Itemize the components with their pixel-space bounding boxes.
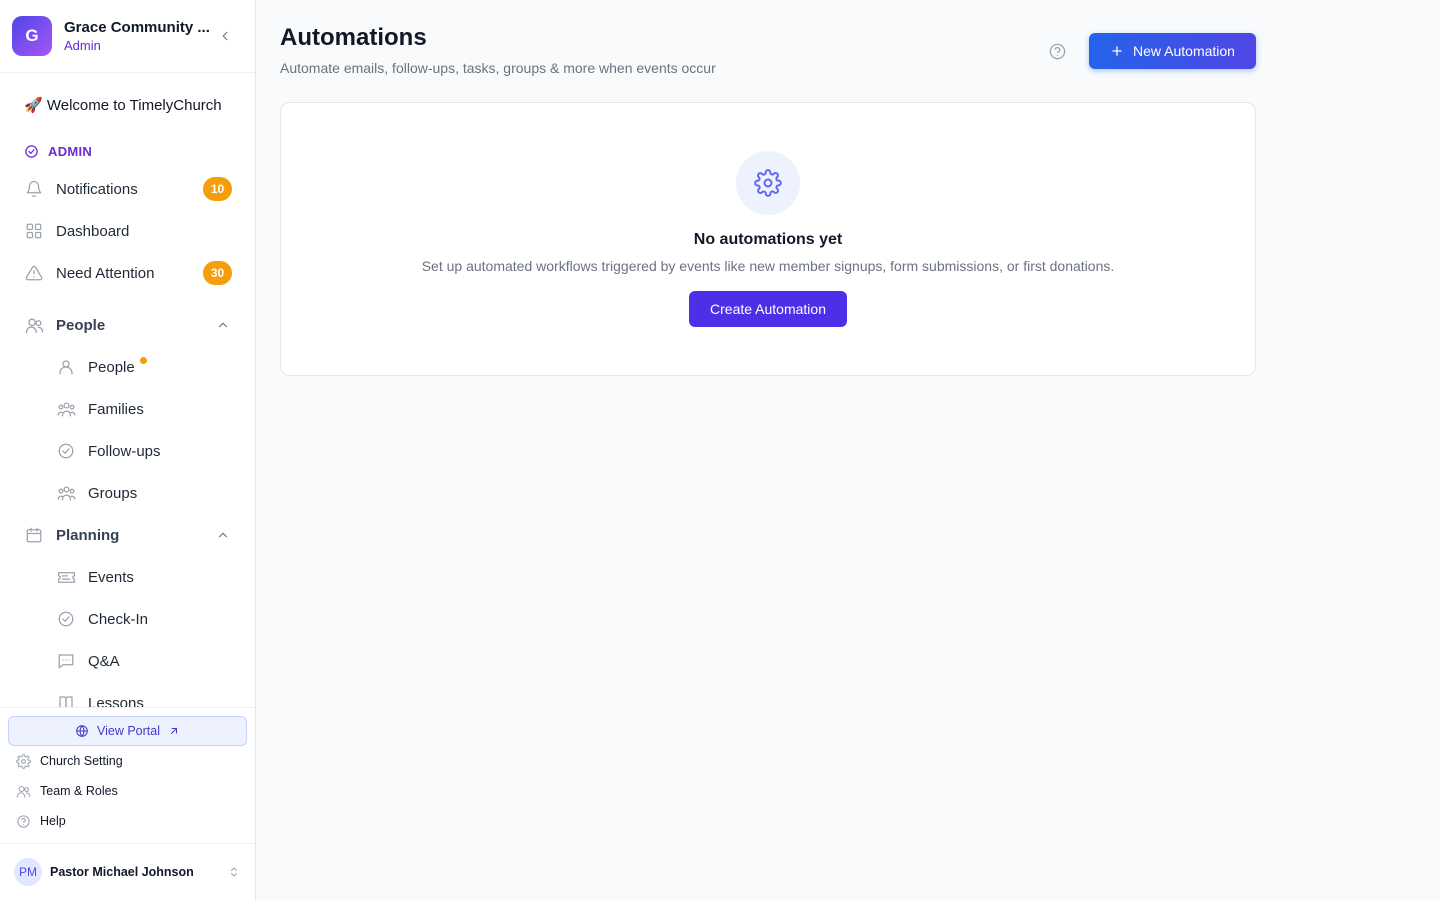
org-name: Grace Community ... [64,19,209,36]
book-icon [56,693,76,707]
grid-icon [24,221,44,241]
sidebar-item-people[interactable]: People [56,349,232,385]
sidebar-item-label: Notifications [56,180,138,198]
chat-icon [56,651,76,671]
empty-state-card: No automations yet Set up automated work… [280,102,1256,376]
help-button[interactable] [1047,41,1067,61]
view-portal-button[interactable]: View Portal [8,716,247,746]
automation-gear-icon [736,151,800,215]
org-header[interactable]: G Grace Community ... Admin [0,0,255,73]
sidebar-item-label: Help [40,814,66,828]
help-circle-icon [17,814,30,828]
new-automation-button[interactable]: New Automation [1089,33,1256,69]
help-circle-icon [1049,43,1065,59]
sidebar-item-label: Dashboard [56,222,130,240]
chevron-up-icon [214,526,232,544]
calendar-icon [24,525,44,545]
avatar: PM [14,858,42,886]
groups-icon [56,483,76,503]
sidebar-item-qa[interactable]: Q&A [56,643,232,679]
sidebar-item-families[interactable]: Families [56,391,232,427]
sidebar-item-label: Team & Roles [40,784,118,798]
sidebar-item-label: People [88,358,135,376]
notifications-count-badge: 10 [203,177,232,201]
sidebar-item-label: Groups [88,484,138,502]
sidebar-item-label: Q&A [88,652,120,670]
sidebar-item-need-attention[interactable]: Need Attention 30 [24,255,232,291]
chevron-up-icon [214,316,232,334]
create-automation-button[interactable]: Create Automation [689,291,847,327]
new-automation-label: New Automation [1133,43,1235,59]
sidebar: G Grace Community ... Admin 🚀 Welcome to… [0,0,256,900]
sidebar-item-label: Events [88,568,134,586]
sidebar-item-church-setting[interactable]: Church Setting [16,750,123,772]
sidebar-item-dashboard[interactable]: Dashboard [24,213,232,249]
check-circle-icon [56,441,76,461]
sidebar-item-label: Church Setting [40,754,123,768]
org-role: Admin [64,38,101,53]
globe-icon [76,725,88,737]
sidebar-item-team-roles[interactable]: Team & Roles [16,780,118,802]
sidebar-group-label: People [56,316,106,334]
bell-icon [24,179,44,199]
user-icon [56,357,76,377]
warning-icon [24,263,44,283]
page-title: Automations [280,24,427,51]
sidebar-item-follow-ups[interactable]: Follow-ups [56,433,232,469]
sidebar-item-check-in[interactable]: Check-In [56,601,232,637]
view-portal-label: View Portal [97,724,160,738]
chevrons-up-down-icon [231,867,237,877]
sidebar-nav[interactable]: 🚀 Welcome to TimelyChurch ADMIN Notifica… [0,74,255,707]
sidebar-item-label: Check-In [88,610,149,628]
sidebar-item-help[interactable]: Help [16,810,66,832]
need-attention-count-badge: 30 [203,261,232,285]
org-logo: G [12,16,52,56]
family-icon [56,399,76,419]
sidebar-item-notifications[interactable]: Notifications 10 [24,171,232,207]
sidebar-group-planning[interactable]: Planning [24,517,232,553]
collapse-sidebar-button[interactable] [216,27,234,45]
user-menu-toggle[interactable] [226,864,242,880]
sidebar-group-label: Planning [56,526,120,544]
empty-state-title: No automations yet [693,231,843,248]
sidebar-item-label: Follow-ups [88,442,161,460]
sidebar-footer: View Portal Church Setting Team & Roles … [0,707,255,843]
users-icon [24,315,44,335]
users-icon [16,785,31,798]
check-circle-icon [25,145,38,158]
sidebar-item-events[interactable]: Events [56,559,232,595]
chevron-left-icon [222,31,228,41]
sidebar-item-label: Need Attention [56,264,155,282]
sidebar-item-label: Lessons [88,694,144,708]
user-menu[interactable]: PM Pastor Michael Johnson [0,843,255,900]
gear-icon [16,753,31,769]
welcome-link[interactable]: 🚀 Welcome to TimelyChurch [24,96,222,114]
page-subtitle: Automate emails, follow-ups, tasks, grou… [280,60,716,76]
admin-section-header: ADMIN [24,144,92,159]
plus-icon [1112,46,1122,56]
empty-state-description: Set up automated workflows triggered by … [421,258,1115,274]
check-circle-icon [56,609,76,629]
admin-section-label: ADMIN [48,144,93,159]
external-link-icon [171,728,177,734]
sidebar-item-lessons[interactable]: Lessons [56,685,232,707]
new-activity-dot [139,356,147,364]
user-name: Pastor Michael Johnson [50,865,194,879]
sidebar-item-label: Families [88,400,144,418]
sidebar-group-people[interactable]: People [24,307,232,343]
sidebar-item-groups[interactable]: Groups [56,475,232,511]
ticket-icon [56,567,76,587]
